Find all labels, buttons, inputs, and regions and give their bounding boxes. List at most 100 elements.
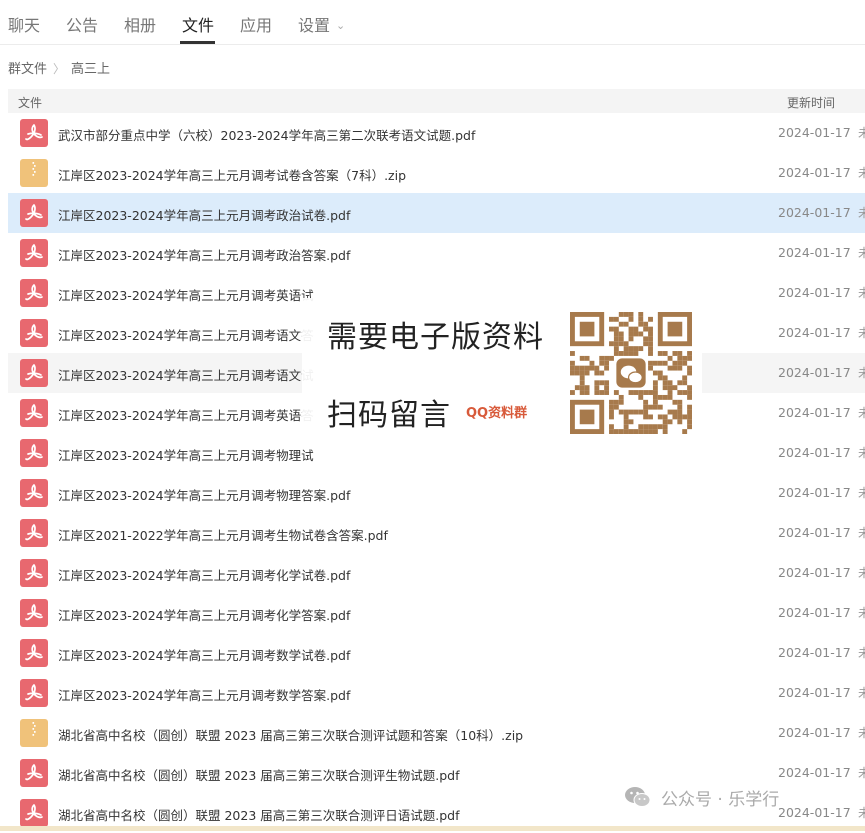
file-uploader-truncated: 未 bbox=[858, 726, 865, 740]
file-row[interactable]: 江岸区2023-2024学年高三上元月调考物理答案.pdf 2024-01-17 未 bbox=[8, 473, 865, 513]
pdf-file-icon bbox=[20, 119, 48, 147]
table-header: 文件 更新时间 bbox=[8, 89, 865, 113]
file-date: 2024-01-17 bbox=[778, 405, 851, 420]
promo-line-2: 扫码留言 bbox=[327, 398, 451, 433]
file-uploader-truncated: 未 bbox=[858, 566, 865, 580]
tab-settings-label: 设置 bbox=[298, 16, 331, 35]
pdf-file-icon bbox=[20, 239, 48, 267]
tab-album[interactable]: 相册 bbox=[124, 12, 156, 36]
file-row[interactable]: 江岸区2023-2024学年高三上元月调考政治答案.pdf 2024-01-17 未 bbox=[8, 233, 865, 273]
file-row[interactable]: 江岸区2021-2022学年高三上元月调考生物试卷含答案.pdf 2024-01-… bbox=[8, 513, 865, 553]
file-date: 2024-01-17 bbox=[778, 325, 851, 340]
file-name: 湖北省高中名校（圆创）联盟 2023 届高三第三次联合测评生物试题.pdf bbox=[58, 768, 460, 783]
bottom-edge-band bbox=[0, 826, 865, 831]
file-name: 江岸区2021-2022学年高三上元月调考生物试卷含答案.pdf bbox=[58, 528, 388, 543]
file-name: 江岸区2023-2024学年高三上元月调考试卷含答案（7科）.zip bbox=[58, 168, 407, 183]
file-name: 江岸区2023-2024学年高三上元月调考英语答 bbox=[58, 408, 314, 423]
file-date: 2024-01-17 bbox=[778, 245, 851, 260]
tab-bar: 聊天 公告 相册 文件 应用 设置 ⌄ bbox=[0, 0, 865, 45]
pdf-file-icon bbox=[20, 399, 48, 427]
file-date: 2024-01-17 bbox=[778, 485, 851, 500]
file-date: 2024-01-17 bbox=[778, 125, 851, 140]
column-header-updated[interactable]: 更新时间 bbox=[787, 94, 835, 111]
file-uploader-truncated: 未 bbox=[858, 366, 865, 380]
chevron-down-icon: ⌄ bbox=[336, 19, 346, 32]
pdf-file-icon bbox=[20, 479, 48, 507]
file-name: 江岸区2023-2024学年高三上元月调考政治试卷.pdf bbox=[58, 208, 351, 223]
file-row[interactable]: 湖北省高中名校（圆创）联盟 2023 届高三第三次联合测评试题和答案（10科）.… bbox=[8, 713, 865, 753]
file-name: 武汉市部分重点中学（六校）2023-2024学年高三第二次联考语文试题.pdf bbox=[58, 128, 476, 143]
file-name: 江岸区2023-2024学年高三上元月调考英语试 bbox=[58, 288, 314, 303]
file-row[interactable]: 江岸区2023-2024学年高三上元月调考试卷含答案（7科）.zip 2024-0… bbox=[8, 153, 865, 193]
pdf-file-icon bbox=[20, 519, 48, 547]
active-tab-indicator bbox=[180, 41, 215, 44]
file-uploader-truncated: 未 bbox=[858, 246, 865, 260]
zip-file-icon bbox=[20, 159, 48, 187]
file-uploader-truncated: 未 bbox=[858, 286, 865, 300]
file-uploader-truncated: 未 bbox=[858, 526, 865, 540]
file-date: 2024-01-17 bbox=[778, 205, 851, 220]
tab-apps[interactable]: 应用 bbox=[240, 12, 272, 36]
wechat-logo-icon bbox=[625, 787, 651, 807]
pdf-file-icon bbox=[20, 559, 48, 587]
promo-overlay: 需要电子版资料 扫码留言 QQ资料群 bbox=[302, 298, 702, 443]
file-row[interactable]: 江岸区2023-2024学年高三上元月调考数学答案.pdf 2024-01-17 未 bbox=[8, 673, 865, 713]
pdf-file-icon bbox=[20, 599, 48, 627]
file-name: 江岸区2023-2024学年高三上元月调考语文试 bbox=[58, 368, 314, 383]
file-name: 江岸区2023-2024学年高三上元月调考数学试卷.pdf bbox=[58, 648, 351, 663]
watermark: 公众号 · 乐学行 bbox=[623, 782, 779, 812]
breadcrumb-root[interactable]: 群文件 bbox=[8, 62, 47, 77]
file-uploader-truncated: 未 bbox=[858, 606, 865, 620]
file-date: 2024-01-17 bbox=[778, 725, 851, 740]
file-uploader-truncated: 未 bbox=[858, 766, 865, 780]
pdf-file-icon bbox=[20, 199, 48, 227]
file-date: 2024-01-17 bbox=[778, 365, 851, 380]
file-uploader-truncated: 未 bbox=[858, 406, 865, 420]
file-uploader-truncated: 未 bbox=[858, 126, 865, 140]
file-date: 2024-01-17 bbox=[778, 525, 851, 540]
file-uploader-truncated: 未 bbox=[858, 686, 865, 700]
file-name: 江岸区2023-2024学年高三上元月调考政治答案.pdf bbox=[58, 248, 351, 263]
pdf-file-icon bbox=[20, 359, 48, 387]
file-name: 江岸区2023-2024学年高三上元月调考化学答案.pdf bbox=[58, 608, 351, 623]
file-date: 2024-01-17 bbox=[778, 805, 851, 820]
breadcrumb-separator: 〉 bbox=[53, 62, 66, 76]
file-uploader-truncated: 未 bbox=[858, 646, 865, 660]
file-uploader-truncated: 未 bbox=[858, 166, 865, 180]
file-date: 2024-01-17 bbox=[778, 605, 851, 620]
breadcrumb-current: 高三上 bbox=[71, 62, 111, 77]
file-name: 江岸区2023-2024学年高三上元月调考数学答案.pdf bbox=[58, 688, 351, 703]
file-uploader-truncated: 未 bbox=[858, 446, 865, 460]
file-date: 2024-01-17 bbox=[778, 285, 851, 300]
pdf-file-icon bbox=[20, 279, 48, 307]
tab-settings[interactable]: 设置 ⌄ bbox=[298, 12, 345, 36]
file-date: 2024-01-17 bbox=[778, 765, 851, 780]
file-list: 武汉市部分重点中学（六校）2023-2024学年高三第二次联考语文试题.pdf 2… bbox=[8, 113, 865, 833]
file-row[interactable]: 武汉市部分重点中学（六校）2023-2024学年高三第二次联考语文试题.pdf 2… bbox=[8, 113, 865, 153]
file-uploader-truncated: 未 bbox=[858, 326, 865, 340]
file-row[interactable]: 江岸区2023-2024学年高三上元月调考化学试卷.pdf 2024-01-17 未 bbox=[8, 553, 865, 593]
file-uploader-truncated: 未 bbox=[858, 206, 865, 220]
zip-file-icon bbox=[20, 719, 48, 747]
promo-line-1: 需要电子版资料 bbox=[327, 320, 544, 355]
file-row[interactable]: 江岸区2023-2024学年高三上元月调考化学答案.pdf 2024-01-17 未 bbox=[8, 593, 865, 633]
file-name: 江岸区2023-2024学年高三上元月调考语文答 bbox=[58, 328, 314, 343]
file-date: 2024-01-17 bbox=[778, 645, 851, 660]
pdf-file-icon bbox=[20, 639, 48, 667]
file-date: 2024-01-17 bbox=[778, 165, 851, 180]
pdf-file-icon bbox=[20, 439, 48, 467]
column-header-file[interactable]: 文件 bbox=[18, 94, 42, 111]
file-name: 江岸区2023-2024学年高三上元月调考化学试卷.pdf bbox=[58, 568, 351, 583]
tab-files[interactable]: 文件 bbox=[182, 12, 214, 36]
file-name: 湖北省高中名校（圆创）联盟 2023 届高三第三次联合测评日语试题.pdf bbox=[58, 808, 460, 823]
watermark-text: 公众号 · 乐学行 bbox=[661, 789, 780, 810]
pdf-file-icon bbox=[20, 319, 48, 347]
tab-announcements[interactable]: 公告 bbox=[66, 12, 98, 36]
file-name: 湖北省高中名校（圆创）联盟 2023 届高三第三次联合测评试题和答案（10科）.… bbox=[58, 728, 524, 743]
file-date: 2024-01-17 bbox=[778, 565, 851, 580]
file-row[interactable]: 江岸区2023-2024学年高三上元月调考数学试卷.pdf 2024-01-17 未 bbox=[8, 633, 865, 673]
file-date: 2024-01-17 bbox=[778, 445, 851, 460]
tab-chat[interactable]: 聊天 bbox=[8, 12, 40, 36]
pdf-file-icon bbox=[20, 799, 48, 827]
file-row[interactable]: 江岸区2023-2024学年高三上元月调考政治试卷.pdf 2024-01-17 未 bbox=[8, 193, 865, 233]
